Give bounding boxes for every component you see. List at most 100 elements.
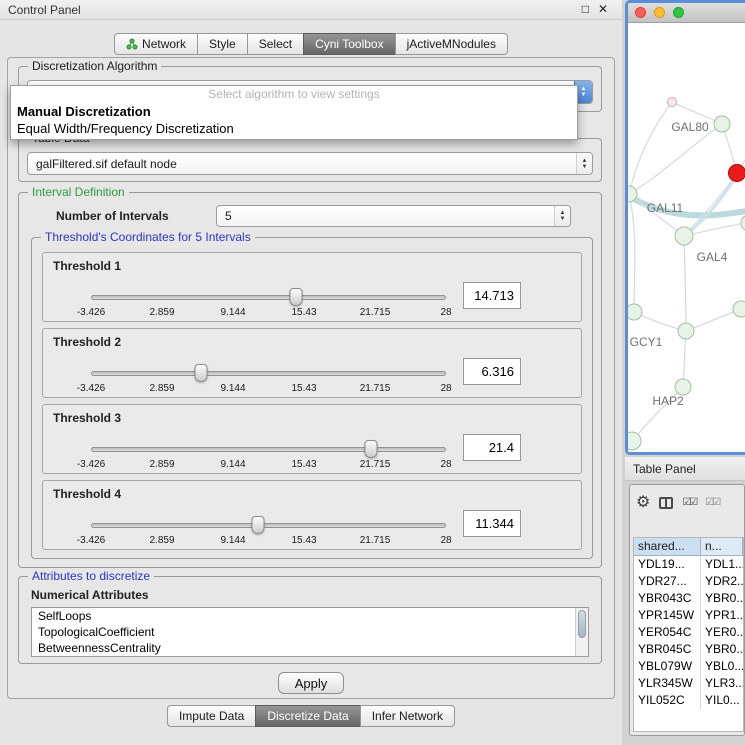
list-item[interactable]: SelfLoops: [32, 608, 588, 624]
attributes-to-discretize-group: Attributes to discretize Numerical Attri…: [18, 576, 602, 664]
group-title: Attributes to discretize: [28, 569, 154, 583]
tab-style[interactable]: Style: [197, 33, 248, 55]
list-item[interactable]: BetweennessCentrality: [32, 640, 588, 656]
threshold-4-value[interactable]: 11.344: [463, 510, 521, 537]
threshold-1-slider[interactable]: -3.426 2.859 9.144 15.43 21.715 28: [91, 295, 446, 321]
slider-tick-label: 15.43: [291, 459, 316, 470]
apply-button[interactable]: Apply: [278, 672, 344, 694]
tab-label: Discretize Data: [267, 706, 348, 726]
tab-impute-data[interactable]: Impute Data: [167, 705, 256, 727]
threshold-label: Threshold 4: [53, 487, 121, 501]
tab-network[interactable]: Network: [114, 33, 198, 55]
threshold-2-value[interactable]: 6.316: [463, 358, 521, 385]
slider-handle[interactable]: [195, 364, 208, 382]
screen: Control Panel □ ✕ Network Style Select C…: [0, 0, 745, 745]
network-node-hap2[interactable]: [675, 379, 691, 395]
list-scrollbar[interactable]: [575, 608, 588, 656]
number-of-intervals-label: Number of Intervals: [56, 209, 169, 223]
slider-tick-label: 2.859: [149, 307, 174, 318]
threshold-2-slider[interactable]: -3.426 2.859 9.144 15.43 21.715 28: [91, 371, 446, 397]
threshold-3-slider[interactable]: -3.426 2.859 9.144 15.43 21.715 28: [91, 447, 446, 473]
table-cell: YBR0...: [701, 590, 743, 607]
control-panel-titlebar: Control Panel □ ✕: [0, 0, 622, 20]
group-title: Discretization Algorithm: [28, 59, 161, 73]
group-title: Threshold's Coordinates for 5 Intervals: [41, 230, 255, 244]
zoom-traffic-light[interactable]: [673, 7, 684, 18]
table-data-combobox[interactable]: galFiltered.sif default node ▲▼: [27, 152, 593, 175]
threshold-1-value[interactable]: 14.713: [463, 282, 521, 309]
slider-track[interactable]: [91, 523, 446, 528]
table-cell: YDL19...: [634, 556, 701, 573]
slider-handle[interactable]: [289, 288, 302, 306]
network-node[interactable]: [668, 98, 677, 107]
table-row[interactable]: YBR045CYBR0...: [634, 641, 743, 658]
dropdown-item-manual-discretization[interactable]: Manual Discretization: [11, 103, 577, 120]
table-panel-titlebar: Table Panel: [625, 457, 745, 481]
scrollbar-thumb[interactable]: [578, 610, 586, 638]
network-node[interactable]: [628, 432, 641, 450]
tab-cyni-toolbox[interactable]: Cyni Toolbox: [303, 33, 395, 55]
slider-tick-label: 15.43: [291, 535, 316, 546]
slider-track[interactable]: [91, 295, 446, 300]
table-row[interactable]: YIL052CYIL0...: [634, 692, 743, 709]
dropdown-item-equal-width-frequency[interactable]: Equal Width/Frequency Discretization: [11, 120, 577, 137]
threshold-3-value[interactable]: 21.4: [463, 434, 521, 461]
tab-infer-network[interactable]: Infer Network: [360, 705, 455, 727]
table-row[interactable]: YDR27...YDR2...: [634, 573, 743, 590]
network-node-gcy1[interactable]: [628, 304, 642, 320]
number-of-intervals-combobox[interactable]: 5 ▲▼: [216, 205, 571, 227]
control-panel-tab-bar: Network Style Select Cyni Toolbox jActiv…: [0, 31, 622, 55]
numerical-attributes-list[interactable]: SelfLoops TopologicalCoefficient Between…: [31, 607, 589, 657]
tab-discretize-data[interactable]: Discretize Data: [255, 705, 360, 727]
slider-tick-label: 2.859: [149, 459, 174, 470]
network-node-gal4[interactable]: [675, 227, 693, 245]
threshold-2-panel: Threshold 2 -3.426 2.859 9.144 15.43 21.…: [42, 328, 582, 398]
node-table: shared... n... YDL19...YDL1... YDR27...Y…: [633, 537, 744, 732]
network-node-gal80[interactable]: [714, 116, 730, 132]
column-header-shared-name[interactable]: shared...: [634, 538, 701, 556]
network-window-titlebar[interactable]: [628, 3, 745, 23]
node-label: GAL4: [697, 250, 728, 264]
threshold-3-panel: Threshold 3 -3.426 2.859 9.144 15.43 21.…: [42, 404, 582, 474]
slider-scale: -3.426 2.859 9.144 15.43 21.715 28: [91, 459, 446, 471]
close-window-icon[interactable]: ✕: [598, 2, 608, 16]
slider-handle[interactable]: [365, 440, 378, 458]
slider-tick-label: 9.144: [220, 307, 245, 318]
combobox-stepper-icon[interactable]: ▲▼: [576, 153, 592, 174]
tab-label: Impute Data: [179, 706, 244, 726]
threshold-4-slider[interactable]: -3.426 2.859 9.144 15.43 21.715 28: [91, 523, 446, 549]
table-row[interactable]: YBR043CYBR0...: [634, 590, 743, 607]
network-node[interactable]: [678, 323, 694, 339]
table-header-row: shared... n...: [634, 538, 743, 556]
table-cell: YPR1...: [701, 607, 743, 624]
slider-track[interactable]: [91, 371, 446, 376]
tab-jactivemodules[interactable]: jActiveMNodules: [395, 33, 508, 55]
select-columns-icon[interactable]: ☑☑: [682, 495, 696, 511]
slider-handle[interactable]: [251, 516, 264, 534]
table-row[interactable]: YBL079WYBL0...: [634, 658, 743, 675]
network-canvas[interactable]: GAL80 GAL11 GAL4 GCY1 HAP2: [628, 24, 745, 452]
selected-node[interactable]: [729, 165, 745, 182]
table-row[interactable]: YPR145WYPR1...: [634, 607, 743, 624]
close-traffic-light[interactable]: [635, 7, 646, 18]
combobox-stepper-icon[interactable]: ▲▼: [554, 206, 570, 226]
minimize-traffic-light[interactable]: [654, 7, 665, 18]
network-node[interactable]: [741, 215, 745, 231]
table-row[interactable]: YDL19...YDL1...: [634, 556, 743, 573]
slider-tick-label: 2.859: [149, 535, 174, 546]
show-columns-icon[interactable]: ☑☑: [705, 495, 719, 511]
network-nodes[interactable]: [628, 98, 745, 451]
tab-select[interactable]: Select: [247, 33, 304, 55]
columns-icon[interactable]: [659, 497, 673, 509]
column-header-name[interactable]: n...: [701, 538, 743, 556]
list-item[interactable]: TopologicalCoefficient: [32, 624, 588, 640]
table-row[interactable]: YER054CYER0...: [634, 624, 743, 641]
gear-icon[interactable]: ⚙: [636, 495, 650, 511]
table-cell: YBR0...: [701, 641, 743, 658]
float-window-icon[interactable]: □: [582, 2, 589, 16]
slider-tick-label: -3.426: [77, 459, 105, 470]
table-cell: YBL0...: [701, 658, 743, 675]
network-node[interactable]: [733, 301, 745, 317]
slider-track[interactable]: [91, 447, 446, 452]
table-row[interactable]: YLR345WYLR3...: [634, 675, 743, 692]
